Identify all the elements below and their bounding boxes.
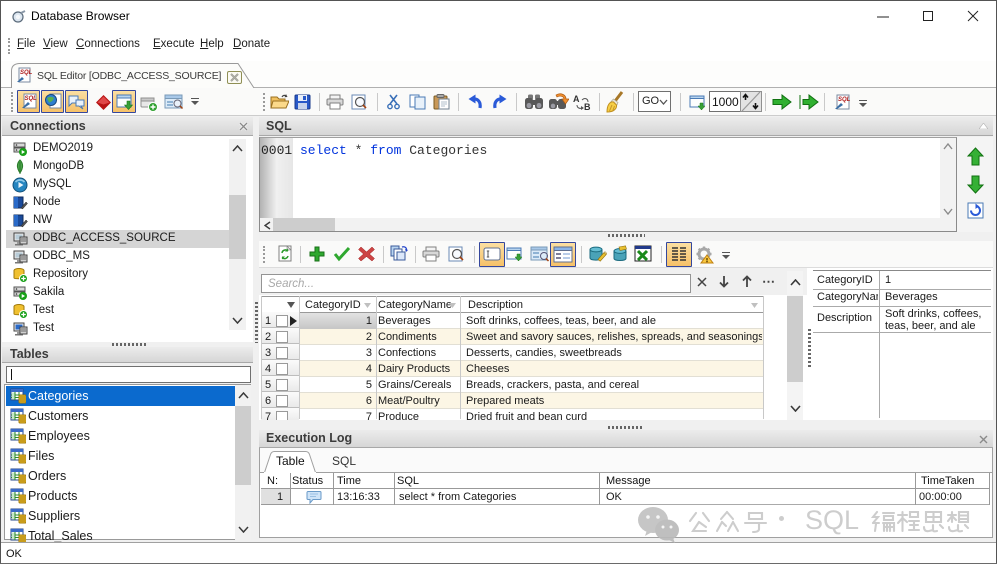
- svg-text:SQL: SQL: [20, 70, 32, 76]
- svg-text:SQL: SQL: [25, 96, 38, 102]
- svg-text:B: B: [584, 102, 591, 111]
- svg-text:SQL: SQL: [838, 97, 851, 103]
- svg-text:A: A: [573, 94, 580, 104]
